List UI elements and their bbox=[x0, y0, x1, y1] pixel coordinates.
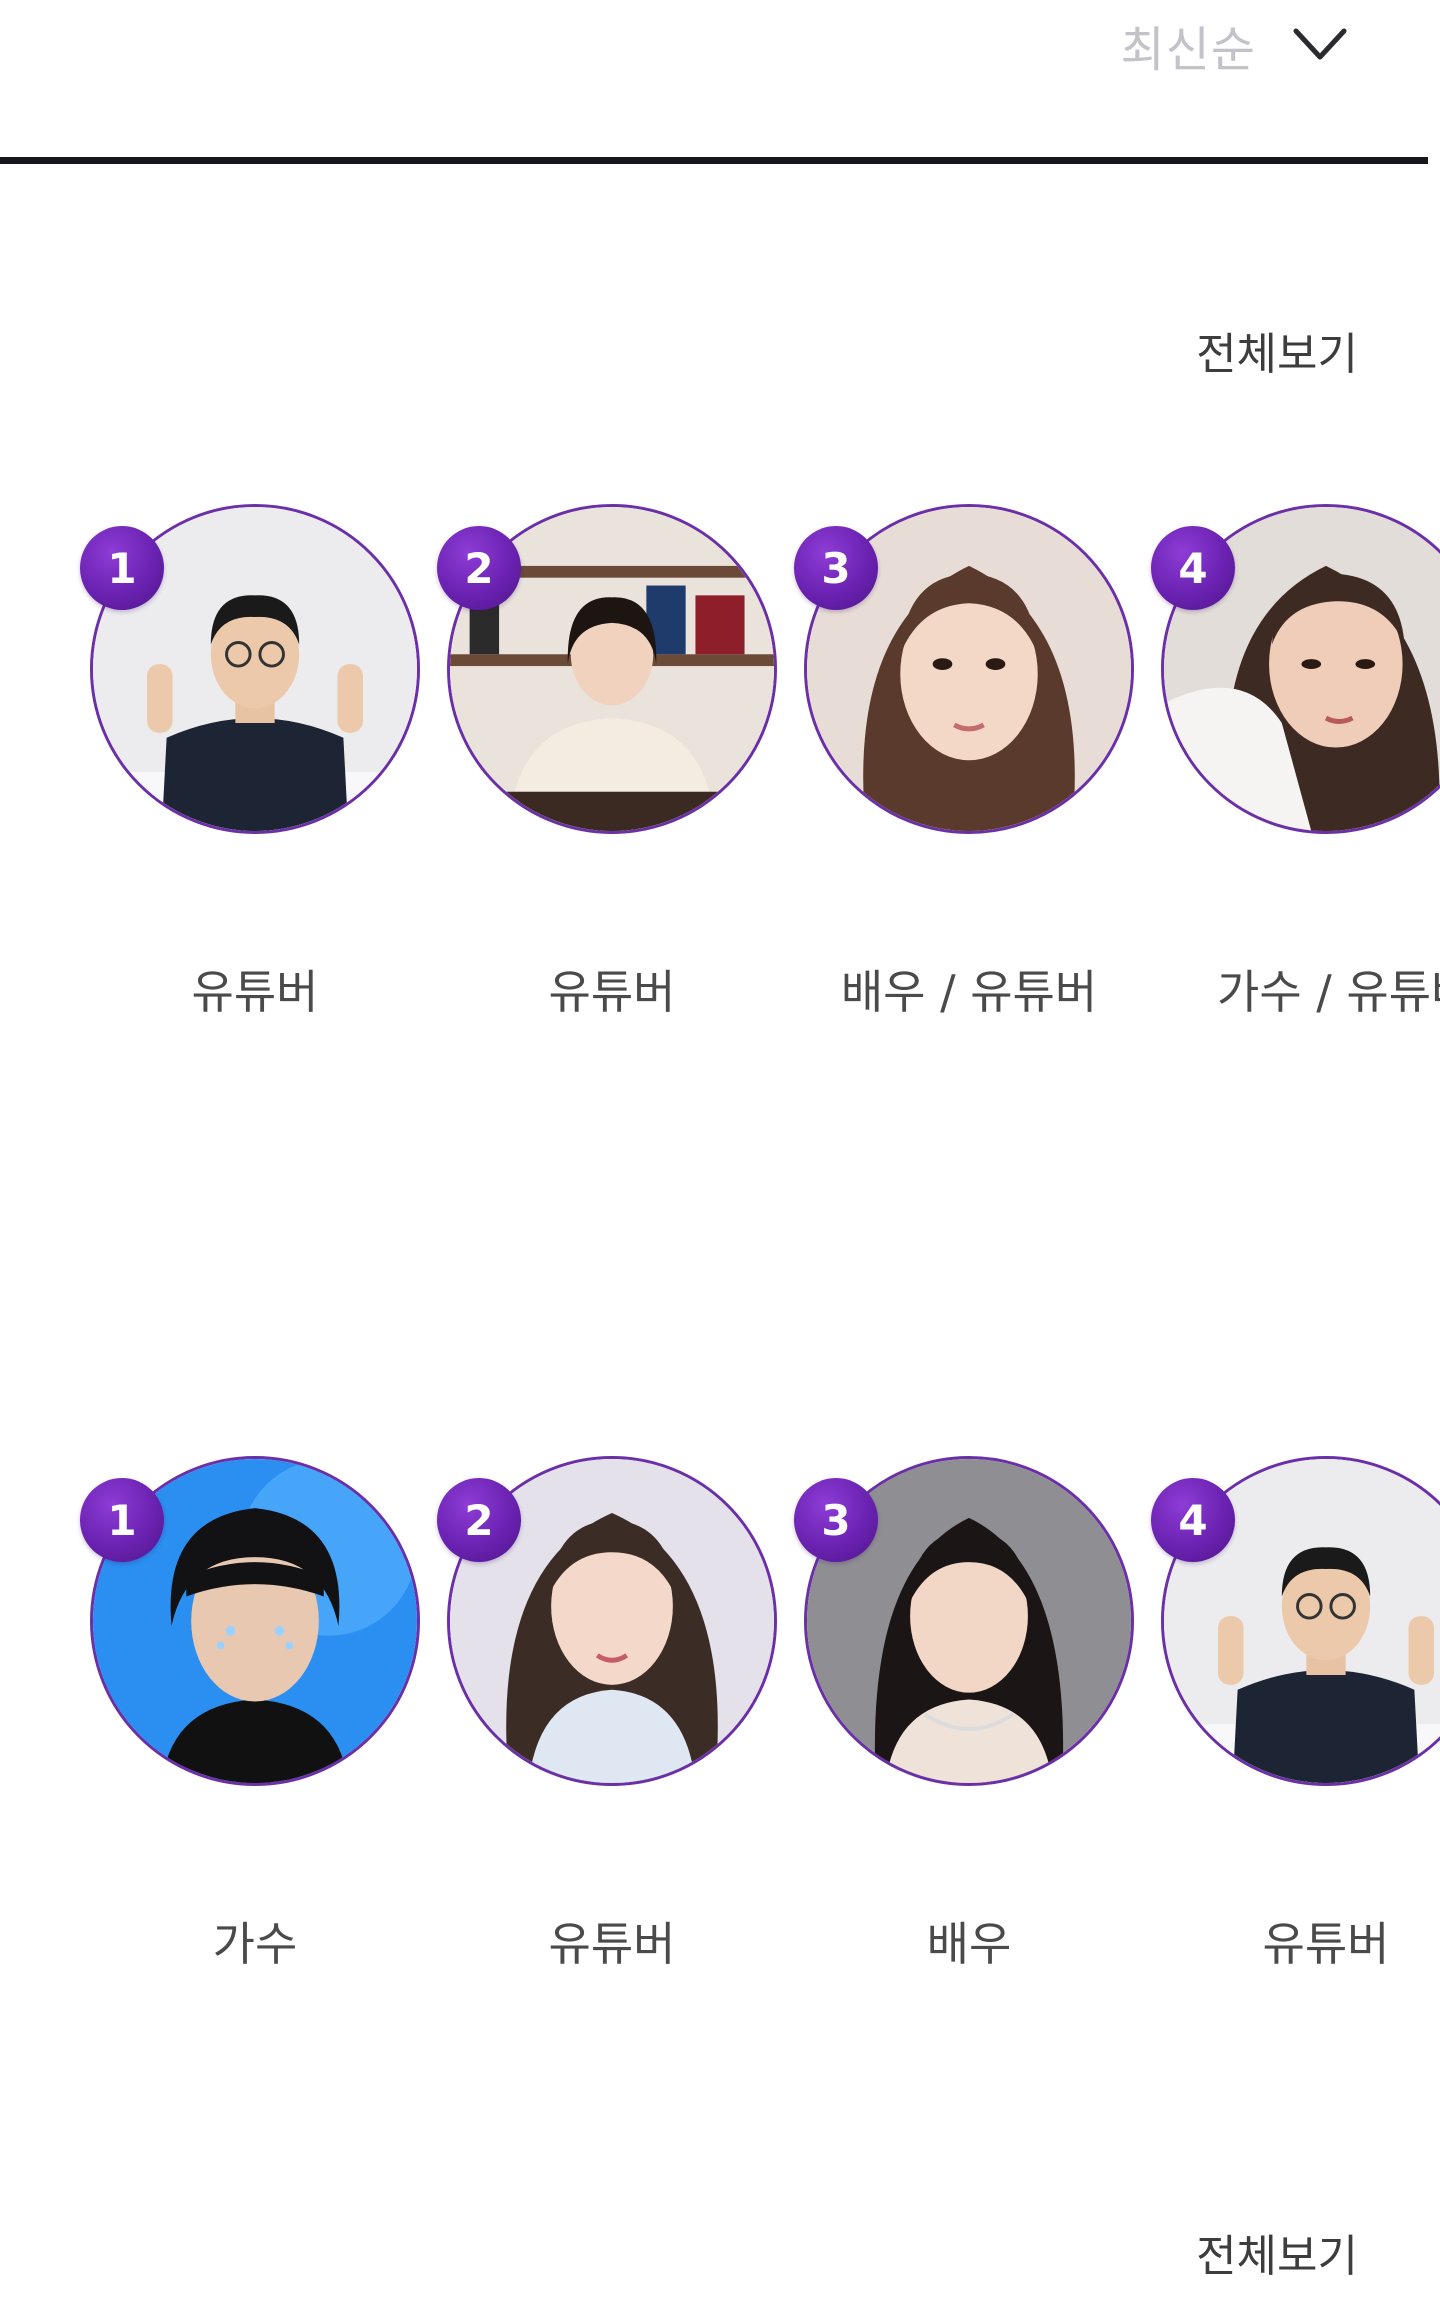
view-all-link[interactable]: 전체보기 bbox=[1196, 318, 1358, 382]
chevron-down-icon bbox=[1293, 28, 1347, 60]
ranking-item[interactable]: 3 bbox=[794, 1456, 1134, 1786]
header-divider bbox=[0, 157, 1428, 164]
ranking-row: 1 2 3 4 bbox=[0, 504, 1440, 834]
ranking-item[interactable]: 2 bbox=[437, 504, 777, 834]
category-label: 유튜버 bbox=[548, 1917, 676, 1971]
ranking-item[interactable]: 1 bbox=[80, 504, 420, 834]
sort-label: 최신순 bbox=[1120, 22, 1256, 78]
ranking-item[interactable]: 1 bbox=[80, 1456, 420, 1786]
rank-badge: 3 bbox=[794, 526, 878, 610]
rank-badge: 1 bbox=[80, 1478, 164, 1562]
category-labels: 가수 유튜버 배우 유튜버 bbox=[0, 1908, 1440, 1971]
category-label: 유튜버 bbox=[548, 965, 676, 1019]
view-all-link[interactable]: 전체보기 bbox=[1196, 2220, 1358, 2284]
rank-badge: 4 bbox=[1151, 526, 1235, 610]
category-label: 가수 bbox=[212, 1917, 298, 1971]
category-label: 유튜버 bbox=[1262, 1917, 1390, 1971]
ranking-item[interactable]: 3 bbox=[794, 504, 1134, 834]
rank-badge: 1 bbox=[80, 526, 164, 610]
rank-badge: 2 bbox=[437, 526, 521, 610]
category-label: 유튜버 bbox=[191, 965, 319, 1019]
rank-badge: 4 bbox=[1151, 1478, 1235, 1562]
rank-badge: 2 bbox=[437, 1478, 521, 1562]
category-labels: 유튜버 유튜버 배우 / 유튜버 가수 / 유튜버 bbox=[0, 956, 1440, 1019]
rank-badge: 3 bbox=[794, 1478, 878, 1562]
ranking-item[interactable]: 4 bbox=[1151, 504, 1440, 834]
ranking-item[interactable]: 2 bbox=[437, 1456, 777, 1786]
ranking-row: 1 2 3 4 bbox=[0, 1456, 1440, 1786]
category-label: 가수 / 유튜버 bbox=[1217, 965, 1440, 1019]
sort-dropdown[interactable]: 최신순 bbox=[1121, 10, 1350, 80]
category-label: 배우 bbox=[926, 1917, 1012, 1971]
category-label: 배우 / 유튜버 bbox=[840, 965, 1098, 1019]
ranking-item[interactable]: 4 bbox=[1151, 1456, 1440, 1786]
